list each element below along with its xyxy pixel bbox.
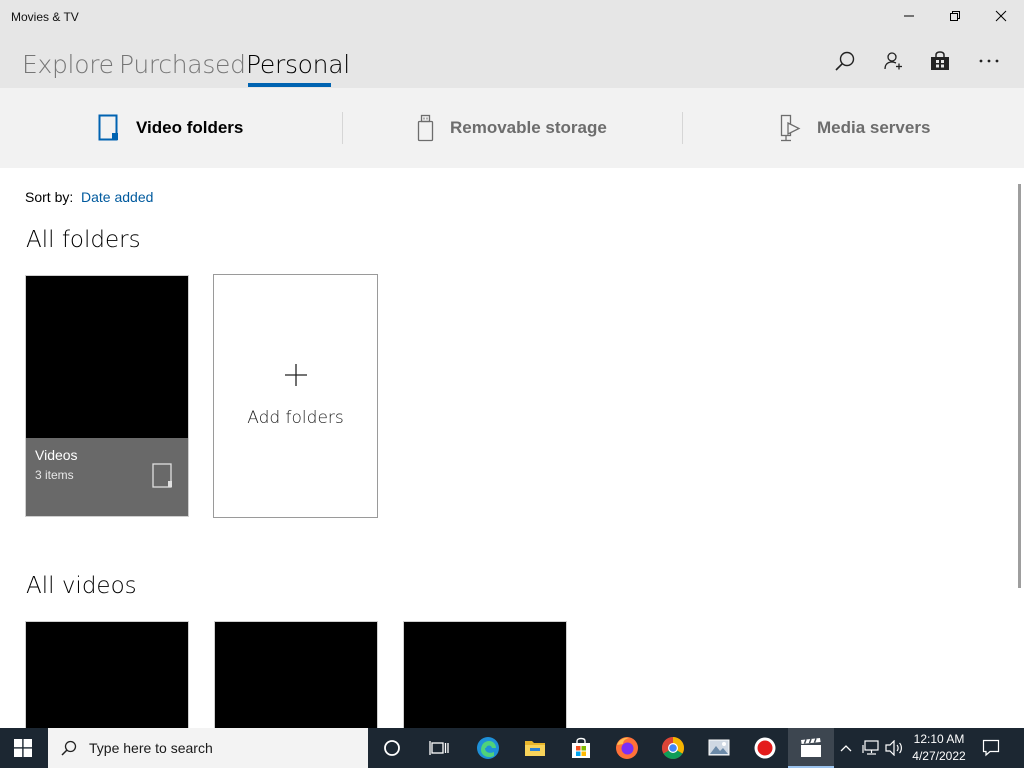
section-title-folders: All folders [26, 227, 141, 253]
folder-tile-videos[interactable]: Videos 3 items [25, 275, 189, 517]
window-title: Movies & TV [11, 10, 79, 24]
active-tab-indicator [248, 83, 331, 87]
tab-separator [342, 112, 343, 144]
tab-purchased[interactable]: Purchased [119, 50, 246, 79]
photos-icon [708, 739, 730, 756]
store-button[interactable] [927, 48, 953, 74]
clock-time: 12:10 AM [913, 732, 965, 746]
title-bar: Movies & TV [0, 0, 1024, 34]
minimize-button[interactable] [886, 0, 932, 32]
more-icon [979, 59, 999, 63]
folder-name: Videos [35, 447, 78, 463]
record-app[interactable] [742, 728, 788, 768]
tab-video-folders[interactable]: Video folders [98, 88, 243, 168]
folder-caption: Videos 3 items [26, 438, 188, 516]
network-button[interactable] [861, 738, 881, 758]
task-view-icon [429, 741, 449, 755]
file-explorer-icon [525, 741, 545, 756]
video-tile[interactable] [403, 621, 567, 731]
notification-icon [982, 739, 1000, 757]
windows-icon [14, 739, 32, 757]
plus-icon [285, 364, 307, 386]
tab-removable-storage-label: Removable storage [450, 118, 607, 137]
close-icon [995, 10, 1007, 22]
tablet-icon [98, 114, 118, 141]
network-icon [862, 740, 879, 755]
folder-item-count: 3 items [35, 468, 74, 482]
action-center-button[interactable] [981, 738, 1001, 758]
movies-tv-icon [801, 738, 821, 757]
vertical-scrollbar[interactable] [1018, 184, 1021, 588]
minimize-icon [904, 15, 914, 17]
account-button[interactable] [880, 48, 906, 74]
start-button[interactable] [0, 728, 46, 768]
source-tabs: Video folders Removable storage Media se… [0, 88, 1024, 168]
restore-icon [950, 11, 960, 21]
app-header: Explore Purchased Personal [0, 34, 1024, 88]
cortana-button[interactable] [369, 728, 415, 768]
cortana-icon [384, 740, 400, 756]
restore-button[interactable] [932, 0, 978, 32]
section-title-videos: All videos [26, 573, 137, 599]
tab-media-servers[interactable]: Media servers [779, 88, 930, 168]
tab-explore[interactable]: Explore [22, 50, 114, 79]
search-icon [835, 51, 855, 71]
volume-icon [885, 740, 902, 756]
chrome-app[interactable] [650, 728, 696, 768]
taskbar-search-placeholder: Type here to search [89, 740, 213, 756]
firefox-app[interactable] [604, 728, 650, 768]
tab-media-servers-label: Media servers [817, 118, 931, 137]
store-icon [572, 737, 590, 758]
tablet-icon [152, 463, 172, 488]
sort-dropdown[interactable]: Date added [81, 189, 153, 205]
tab-video-folders-label: Video folders [136, 118, 244, 137]
taskbar-search-box[interactable]: Type here to search [48, 728, 368, 768]
chevron-up-icon [840, 745, 852, 752]
firefox-icon [616, 737, 638, 759]
taskbar-clock[interactable]: 12:10 AM 4/27/2022 [906, 731, 972, 765]
edge-icon [477, 737, 499, 759]
account-icon [884, 52, 902, 70]
task-view-button[interactable] [416, 728, 462, 768]
search-button[interactable] [832, 48, 858, 74]
photos-app[interactable] [696, 728, 742, 768]
add-folders-button[interactable]: Add folders [213, 274, 378, 518]
usb-drive-icon [417, 114, 434, 142]
record-icon [754, 737, 776, 759]
media-server-icon [780, 114, 801, 142]
tab-personal[interactable]: Personal [246, 50, 350, 79]
tab-separator [682, 112, 683, 144]
sort-label: Sort by: [25, 189, 74, 205]
more-button[interactable] [976, 48, 1002, 74]
store-app[interactable] [558, 728, 604, 768]
clock-date: 4/27/2022 [912, 749, 966, 763]
add-folders-label: Add folders [247, 408, 344, 428]
search-icon [61, 740, 77, 756]
video-tile[interactable] [214, 621, 378, 731]
store-icon [931, 51, 949, 70]
tab-removable-storage[interactable]: Removable storage [416, 88, 607, 168]
show-hidden-icons-button[interactable] [836, 738, 856, 758]
movies-tv-app[interactable] [788, 728, 834, 768]
edge-app[interactable] [465, 728, 511, 768]
file-explorer-app[interactable] [512, 728, 558, 768]
taskbar: Type here to search 12:10 AM 4/27/2022 [0, 728, 1024, 768]
chrome-icon [662, 737, 684, 759]
volume-button[interactable] [884, 738, 904, 758]
close-button[interactable] [978, 0, 1024, 32]
video-tile[interactable] [25, 621, 189, 731]
